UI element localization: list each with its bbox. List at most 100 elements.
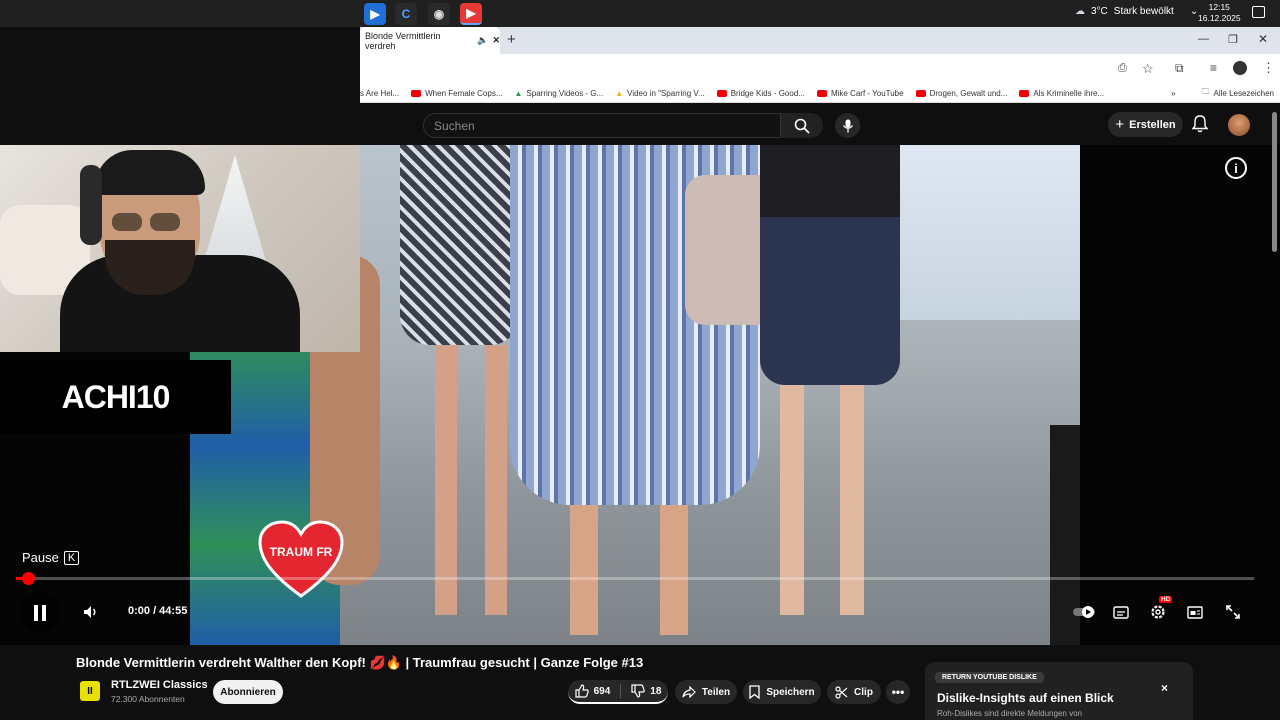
fullscreen-icon	[1226, 605, 1240, 619]
share-button[interactable]: Teilen	[675, 680, 737, 704]
dislike-count: 18	[650, 685, 662, 697]
sunglasses-lens	[150, 213, 180, 231]
scrollbar[interactable]	[1272, 112, 1277, 252]
close-window-icon[interactable]: ✕	[1258, 32, 1268, 46]
bookmark-item[interactable]: ▲ Sparring Videos - G...	[509, 89, 610, 98]
create-label: Erstellen	[1129, 118, 1176, 131]
more-actions-button[interactable]: •••	[886, 680, 910, 704]
search-input[interactable]: Suchen	[423, 113, 781, 138]
fullscreen-button[interactable]	[1223, 602, 1243, 622]
all-bookmarks[interactable]: 🗀 Alle Lesezeichen	[1196, 86, 1280, 100]
clip-button[interactable]: Clip	[827, 680, 881, 704]
pause-shortcut-key: K	[63, 550, 80, 565]
weather-widget[interactable]: ☁ 3°C Stark bewölkt ⌄	[1075, 6, 1198, 17]
video-player[interactable]: ACHI10 i TRAUM FR	[0, 145, 1280, 645]
bookmarks-overflow-icon[interactable]: »	[1165, 89, 1181, 98]
clock-date: 16.12.2025	[1198, 13, 1241, 23]
shop-window	[900, 145, 1080, 320]
miniplayer-button[interactable]	[1185, 602, 1205, 622]
close-icon[interactable]: ×	[1161, 681, 1168, 695]
install-app-icon[interactable]: ⎙	[1118, 62, 1127, 75]
pause-tooltip: Pause K	[22, 550, 80, 565]
bookmark-item[interactable]: s Are Hel...	[360, 89, 405, 98]
bookmarks-bar: s Are Hel... When Female Cops... ▲ Sparri…	[360, 84, 1280, 103]
app-icon-youtube[interactable]: ▶	[460, 3, 482, 25]
volume-button[interactable]	[80, 602, 100, 622]
notification-icon[interactable]	[1252, 6, 1265, 18]
beanie	[95, 150, 205, 195]
restore-icon[interactable]: ❐	[1228, 33, 1238, 46]
leg	[660, 505, 688, 635]
close-tab-icon[interactable]: ✕	[492, 35, 500, 46]
leg	[485, 345, 507, 615]
thumbs-down-icon	[631, 684, 646, 698]
return-youtube-dislike-panel: RETURN YOUTUBE DISLIKE Dislike-Insights …	[925, 662, 1193, 720]
clock[interactable]: 12:15 16.12.2025	[1198, 2, 1241, 24]
heart-logo-text: TRAUM FR	[270, 545, 333, 559]
tab-title: Blonde Vermittlerin verdreh	[365, 30, 441, 51]
clock-time: 12:15	[1208, 2, 1230, 12]
extensions-icon[interactable]: ⧉	[1175, 61, 1184, 76]
like-button[interactable]: 694	[574, 684, 610, 698]
autoplay-toggle[interactable]	[1072, 602, 1096, 622]
time-display: 0:00 / 44:55	[128, 605, 188, 617]
leg	[570, 505, 598, 635]
miniplayer-icon	[1187, 605, 1203, 619]
share-label: Teilen	[701, 686, 731, 698]
progress-bar[interactable]	[16, 572, 1254, 585]
subscriber-count: 72.300 Abonnenten	[111, 694, 185, 704]
dislike-button[interactable]: 18	[631, 684, 661, 698]
bookmark-item[interactable]: Drogen, Gewalt und...	[910, 89, 1014, 98]
app-icon-browser[interactable]: ▶	[364, 3, 386, 25]
bookmark-item[interactable]: Als Kriminelle ihre...	[1013, 89, 1110, 98]
profile-avatar[interactable]	[1233, 61, 1247, 75]
account-avatar[interactable]	[1228, 114, 1250, 136]
settings-button[interactable]: HD	[1148, 596, 1173, 622]
ryd-heading: Dislike-Insights auf einen Blick	[937, 691, 1114, 705]
subscribe-button[interactable]: Abonnieren	[213, 680, 283, 704]
notifications-bell-icon[interactable]	[1191, 115, 1209, 138]
app-icon-ccleaner[interactable]: C	[395, 3, 417, 25]
app-icon-chrome[interactable]: ◉	[428, 3, 450, 25]
save-label: Speichern	[766, 686, 815, 698]
minimize-icon[interactable]: —	[1198, 33, 1209, 45]
clip-label: Clip	[854, 686, 873, 698]
star-icon[interactable]: ☆	[1142, 61, 1154, 77]
bookmark-item[interactable]: Mike Carf - YouTube	[811, 89, 910, 98]
bookmark-item[interactable]: Bridge Kids - Good...	[711, 89, 811, 98]
channel-name[interactable]: RTLZWEI Classics	[111, 679, 208, 691]
youtube-icon	[915, 89, 926, 97]
browser-tab[interactable]: Blonde Vermittlerin verdreh 🔈 ✕	[360, 27, 500, 54]
browser-tab-bar: Blonde Vermittlerin verdreh 🔈 ✕ + — ❐ ✕	[360, 27, 1280, 54]
thumbs-up-icon	[574, 684, 589, 698]
youtube-icon	[716, 89, 727, 97]
youtube-icon	[411, 89, 422, 97]
channel-avatar[interactable]: II	[80, 681, 100, 701]
weather-desc: Stark bewölkt	[1113, 6, 1174, 17]
hd-badge: HD	[1159, 596, 1173, 603]
more-menu-icon[interactable]: ⋮	[1262, 60, 1275, 76]
search-button[interactable]	[781, 113, 823, 138]
info-icon[interactable]: i	[1225, 157, 1247, 179]
cloud-icon: ☁	[1075, 6, 1085, 17]
divider	[620, 684, 622, 698]
bookmark-item[interactable]: When Female Cops...	[405, 89, 508, 98]
video-title: Blonde Vermittlerin verdreht Walther den…	[76, 655, 644, 670]
autoplay-icon	[1073, 606, 1095, 618]
save-button[interactable]: Speichern	[743, 680, 821, 704]
media-icon[interactable]: ≡	[1210, 61, 1217, 75]
speaker-icon: 🔈	[477, 35, 489, 45]
chevron-down-icon[interactable]: ⌄	[1190, 6, 1198, 17]
address-bar[interactable]: ⎙ ☆ ⧉ ≡ ⋮	[360, 54, 1280, 84]
dark-skirt	[760, 145, 900, 385]
subtitles-button[interactable]	[1111, 602, 1131, 622]
windows-taskbar: ▶ C ◉ ▶ ☁ 3°C Stark bewölkt ⌄ 12:15 16.1…	[0, 0, 1280, 27]
new-tab-icon[interactable]: +	[507, 31, 516, 48]
pause-button[interactable]	[20, 593, 60, 633]
share-icon	[682, 686, 696, 698]
create-button[interactable]: + Erstellen	[1108, 112, 1183, 137]
bookmark-item[interactable]: ▲ Video in "Sparring V...	[609, 89, 710, 98]
search-icon	[794, 118, 810, 134]
weather-temp: 3°C	[1091, 6, 1108, 17]
voice-search-button[interactable]	[835, 113, 860, 138]
